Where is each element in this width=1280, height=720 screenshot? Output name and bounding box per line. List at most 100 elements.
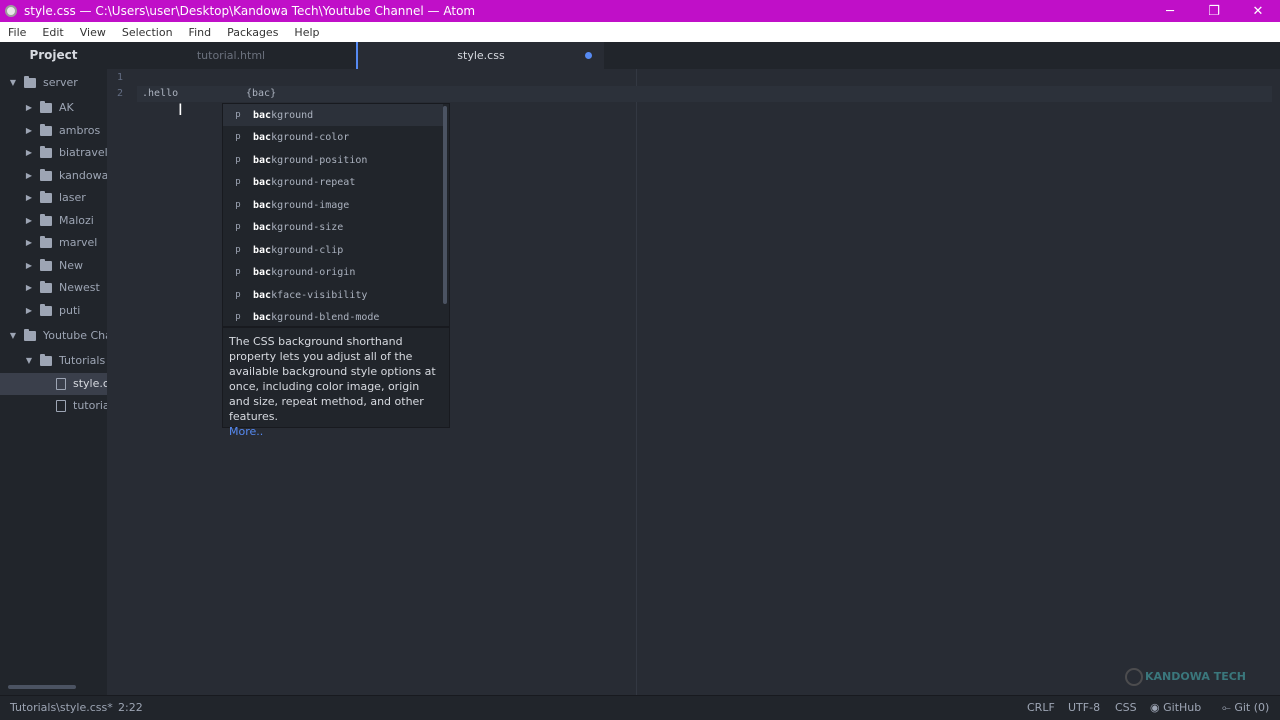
tree-folder-ak[interactable]: ▶ AK — [24, 98, 74, 118]
tree-folder-server[interactable]: ▼ server — [8, 73, 78, 93]
property-type-icon: p — [235, 222, 241, 232]
autocomplete-item[interactable]: p background-size — [223, 216, 443, 238]
window-title: style.css — C:\Users\user\Desktop\Kandow… — [24, 4, 476, 18]
autocomplete-match: bac — [253, 109, 272, 121]
folder-icon — [40, 124, 52, 136]
menu-help[interactable]: Help — [286, 26, 327, 39]
autocomplete-item[interactable]: p background-repeat — [223, 171, 443, 193]
tree-folder-laser[interactable]: ▶ laser — [24, 188, 86, 208]
status-encoding[interactable]: UTF-8 — [1068, 696, 1100, 720]
autocomplete-rest: kground-origin — [271, 266, 356, 278]
menu-view[interactable]: View — [72, 26, 114, 39]
status-line-ending[interactable]: CRLF — [1027, 696, 1055, 720]
folder-icon — [40, 354, 52, 366]
minimize-button[interactable]: ─ — [1148, 4, 1192, 19]
autocomplete-item[interactable]: p background-blend-mode — [223, 306, 443, 328]
autocomplete-item[interactable]: p background-image — [223, 194, 443, 216]
status-github[interactable]: ◉ GitHub — [1150, 696, 1201, 720]
file-icon — [56, 378, 66, 390]
menu-file[interactable]: File — [0, 26, 34, 39]
folder-icon — [40, 214, 52, 226]
autocomplete-match: bac — [253, 266, 272, 278]
folder-icon — [40, 304, 52, 316]
tree-label: Malozi — [59, 214, 94, 227]
atom-app-icon — [5, 5, 17, 17]
autocomplete-item[interactable]: p backface-visibility — [223, 284, 443, 306]
git-branch-icon: ⟜ — [1222, 701, 1231, 714]
autocomplete-scrollbar[interactable] — [443, 106, 447, 304]
code-selector: .hello — [142, 88, 179, 99]
autocomplete-item[interactable]: p background-clip — [223, 239, 443, 261]
autocomplete-item[interactable]: p background — [223, 104, 443, 126]
tree-folder-tutorials[interactable]: ▼ Tutorials — [24, 351, 105, 371]
tree-folder-newest[interactable]: ▶ Newest — [24, 278, 100, 298]
tab-tutorial-html[interactable]: tutorial.html — [107, 42, 355, 69]
menu-find[interactable]: Find — [181, 26, 220, 39]
folder-icon — [40, 101, 52, 113]
property-type-icon: p — [235, 267, 241, 277]
autocomplete-item-label: background-blend-mode — [253, 312, 379, 323]
tab-style-css[interactable]: style.css — [356, 42, 604, 69]
more-link[interactable]: More.. — [229, 425, 263, 438]
chevron-right-icon: ▶ — [25, 103, 33, 112]
chevron-right-icon: ▶ — [25, 148, 33, 157]
line-number: 2 — [117, 88, 124, 99]
menu-packages[interactable]: Packages — [219, 26, 286, 39]
tree-file-tutorial-html[interactable]: tutoria — [40, 396, 107, 416]
menu-selection[interactable]: Selection — [114, 26, 181, 39]
modified-indicator-icon[interactable] — [585, 52, 592, 59]
tree-label: biatravel — [59, 146, 107, 159]
autocomplete-rest: kground-image — [271, 199, 350, 211]
status-cursor-position[interactable]: 2:22 — [118, 696, 143, 720]
autocomplete-item-label: background-color — [253, 132, 349, 143]
property-type-icon: p — [235, 110, 241, 120]
autocomplete-item-label: background-clip — [253, 245, 343, 256]
tree-folder-youtube-channel[interactable]: ▼ Youtube Chai — [8, 326, 107, 346]
autocomplete-item[interactable]: p background-position — [223, 149, 443, 171]
autocomplete-description: The CSS background shorthand property le… — [222, 327, 450, 438]
autocomplete-match: bac — [253, 131, 272, 143]
tree-folder-marvel[interactable]: ▶ marvel — [24, 233, 97, 253]
menu-edit[interactable]: Edit — [34, 26, 71, 39]
status-grammar[interactable]: CSS — [1115, 696, 1137, 720]
folder-icon — [40, 169, 52, 181]
tree-folder-malozi[interactable]: ▶ Malozi — [24, 211, 94, 231]
tree-folder-ambros[interactable]: ▶ ambros — [24, 121, 100, 141]
tree-folder-new[interactable]: ▶ New — [24, 256, 83, 276]
tree-label: Newest — [59, 281, 100, 294]
chevron-down-icon: ▼ — [9, 78, 17, 87]
autocomplete-item[interactable]: p background-color — [223, 126, 443, 148]
autocomplete-item-label: background-origin — [253, 267, 355, 278]
autocomplete-match: bac — [253, 311, 272, 323]
tree-folder-puti[interactable]: ▶ puti — [24, 301, 80, 321]
tree-label: kandowa — [59, 169, 107, 182]
tree-file-style-css[interactable]: style.cs — [40, 374, 107, 394]
tab-style-css-label: style.css — [457, 49, 505, 62]
chevron-right-icon: ▶ — [25, 283, 33, 292]
tree-label: puti — [59, 304, 81, 317]
maximize-button[interactable]: ❐ — [1192, 4, 1236, 19]
autocomplete-rest: kface-visibility — [271, 289, 368, 301]
autocomplete-rest: kground-size — [271, 221, 344, 233]
sidebar-horizontal-scrollbar[interactable] — [8, 685, 76, 689]
autocomplete-item-label: background-position — [253, 155, 367, 166]
tree-label: server — [43, 76, 78, 89]
tree-label: laser — [59, 191, 86, 204]
autocomplete-item-label: background-image — [253, 200, 349, 211]
autocomplete-item[interactable]: p background-origin — [223, 261, 443, 283]
status-git[interactable]: ⟜ Git (0) — [1222, 696, 1269, 720]
chevron-right-icon: ▶ — [25, 216, 33, 225]
wrap-guide — [636, 69, 637, 695]
status-github-label: GitHub — [1163, 701, 1202, 714]
close-button[interactable]: ✕ — [1236, 4, 1280, 19]
channel-watermark: KANDOWA TECH — [1125, 668, 1246, 686]
project-panel-tab[interactable]: Project — [0, 42, 107, 69]
tree-label: tutoria — [73, 399, 107, 412]
status-file-path[interactable]: Tutorials\style.css* — [10, 696, 113, 720]
tree-folder-kandowa[interactable]: ▶ kandowa — [24, 166, 107, 186]
folder-icon — [24, 76, 36, 88]
watermark-logo-icon — [1125, 668, 1143, 686]
tree-folder-biatravel[interactable]: ▶ biatravel — [24, 143, 107, 163]
property-type-icon: p — [235, 290, 241, 300]
status-bar: Tutorials\style.css* 2:22 CRLF UTF-8 CSS… — [0, 695, 1280, 720]
